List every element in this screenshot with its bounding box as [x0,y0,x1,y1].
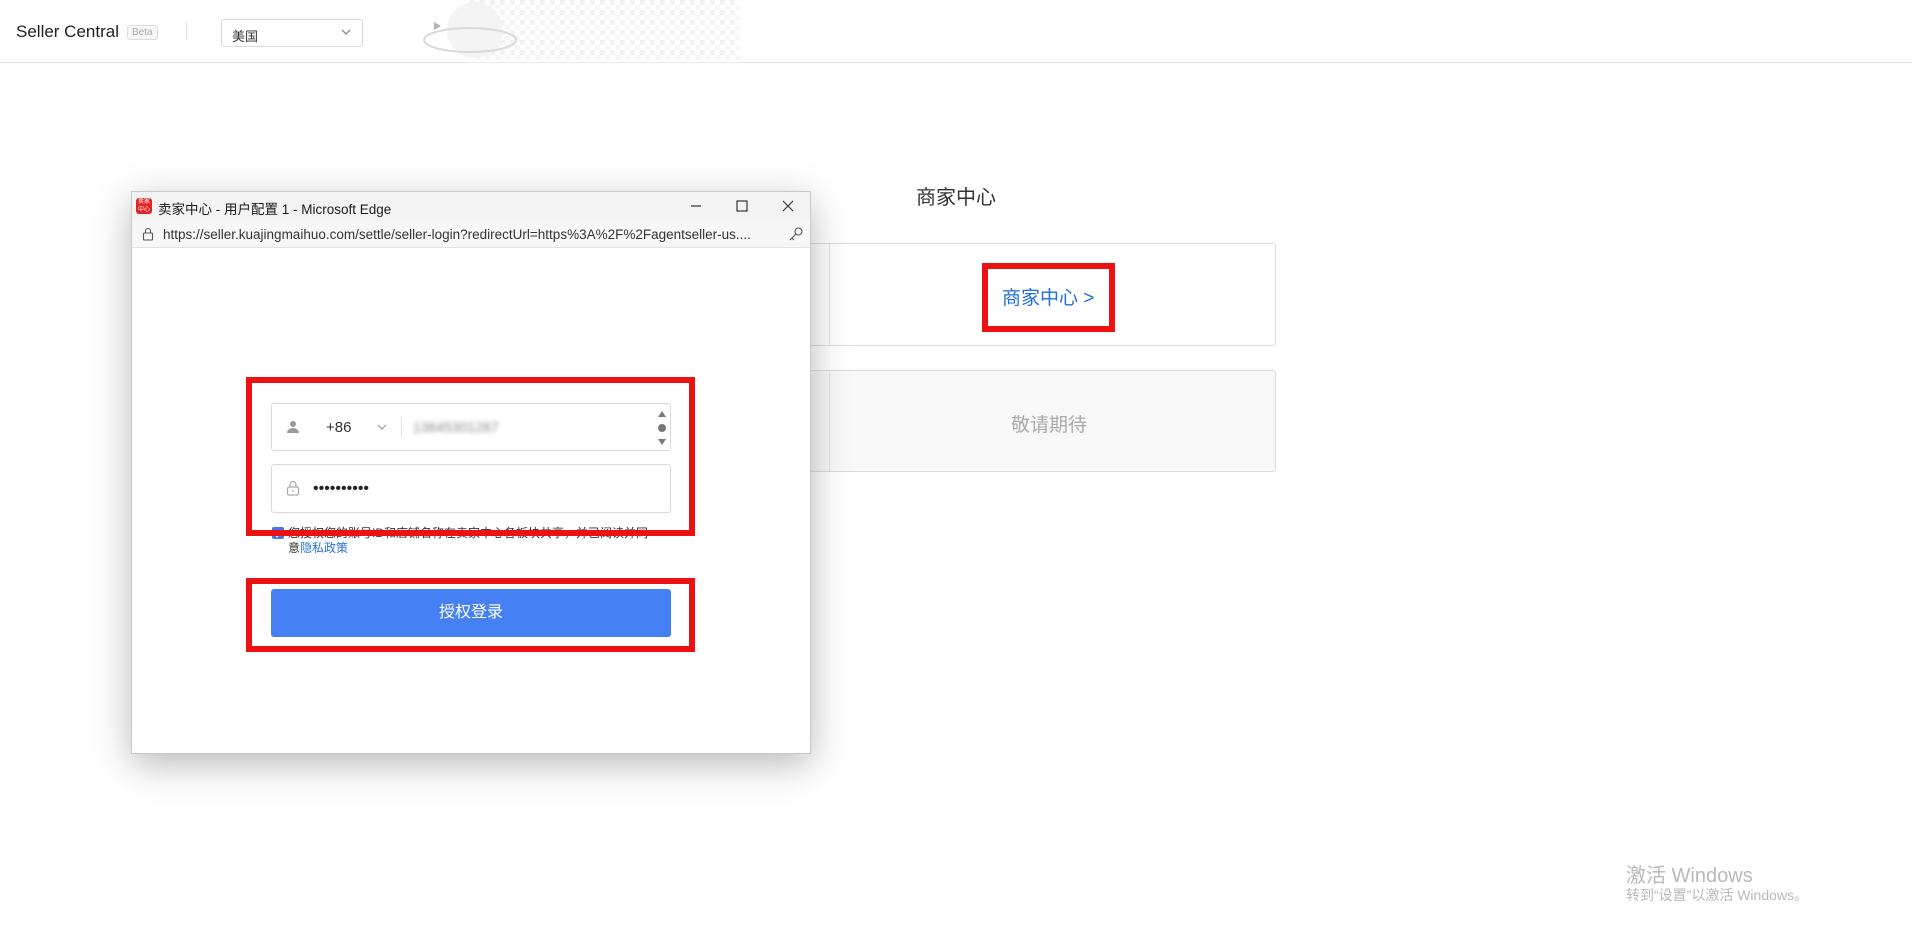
card-divider [829,244,830,345]
maximize-icon[interactable] [732,196,752,216]
highlight-box-merchant-link [982,263,1115,332]
beta-badge: Beta [127,25,158,40]
window-titlebar[interactable]: 卖家 中心 卖家中心 - 用户配置 1 - Microsoft Edge [132,192,810,220]
login-popup-window: 卖家 中心 卖家中心 - 用户配置 1 - Microsoft Edge http… [131,191,811,754]
lock-icon [142,227,154,241]
privacy-policy-link[interactable]: 隐私政策 [300,541,348,555]
app-icon: 卖家 中心 [136,198,152,214]
url-text: https://seller.kuajingmaihuo.com/settle/… [163,227,751,242]
activation-watermark-title: 激活 Windows [1626,865,1753,887]
page-title: 商家中心 [916,187,996,209]
header-divider [186,22,187,40]
key-icon[interactable] [788,226,804,242]
top-header: Seller Central Beta 美国 [0,0,1912,63]
region-select[interactable]: 美国 [221,19,363,47]
card-divider [829,371,830,471]
highlight-box-form [246,377,695,536]
coming-soon-label: 敬请期待 [1011,415,1088,436]
activation-watermark-subtitle: 转到“设置”以激活 Windows。 [1626,887,1809,903]
highlight-box-submit [246,578,695,652]
close-icon[interactable] [778,196,798,216]
chevron-down-icon [341,29,351,35]
minimize-icon[interactable] [686,196,706,216]
window-title: 卖家中心 - 用户配置 1 - Microsoft Edge [158,202,392,217]
brand-title: Seller Central [16,22,119,41]
address-bar[interactable]: https://seller.kuajingmaihuo.com/settle/… [132,220,810,248]
region-select-value: 美国 [232,29,259,44]
header-decoration-graphic [423,0,740,60]
